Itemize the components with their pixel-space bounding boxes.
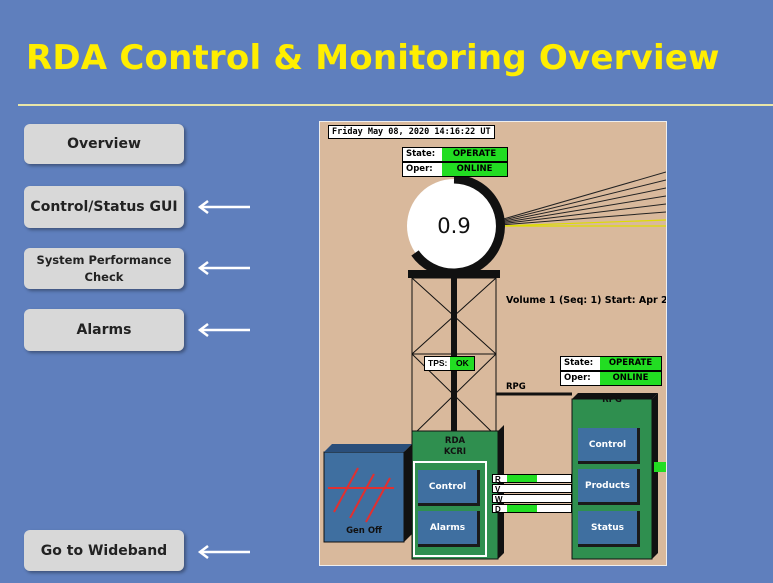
slide-title: RDA Control & Monitoring Overview: [26, 38, 720, 78]
rda-hci-screenshot: Friday May 08, 2020 14:16:22 UT State: O…: [319, 121, 667, 566]
tps-label: TPS:: [428, 358, 448, 368]
rda-state-label: State:: [403, 148, 442, 161]
overview-button[interactable]: Overview: [24, 124, 184, 164]
moment-v-label: V: [495, 485, 501, 494]
rpg-oper-label: Oper:: [561, 372, 600, 385]
elevation-angle: 0.9: [437, 214, 471, 238]
rda-oper-label: Oper:: [403, 163, 442, 176]
rda-title: RDA: [444, 436, 466, 446]
system-performance-check-button[interactable]: System Performance Check: [24, 248, 184, 289]
rpg-status-button[interactable]: Status: [578, 511, 640, 547]
moment-r-label: R: [495, 475, 501, 484]
tps-status: TPS: OK: [424, 356, 476, 371]
arrow-left-icon: [197, 323, 250, 337]
rpg-state-value: OPERATE: [600, 357, 661, 370]
moment-v-bar: V: [492, 484, 572, 494]
rpg-state-row: State: OPERATE: [560, 356, 662, 371]
rda-alarms-button[interactable]: Alarms: [418, 511, 480, 547]
control-status-gui-button[interactable]: Control/Status GUI: [24, 186, 184, 228]
moment-w-label: W: [495, 495, 503, 504]
rpg-control-button[interactable]: Control: [578, 428, 640, 464]
title-divider: [18, 104, 773, 106]
go-to-wideband-button[interactable]: Go to Wideband: [24, 530, 184, 571]
rda-state-row: State: OPERATE: [402, 147, 508, 162]
moment-d-label: D: [495, 505, 501, 514]
rpg-state-label: State:: [561, 357, 600, 370]
moment-r-bar: R: [492, 474, 572, 484]
rda-state-value: OPERATE: [442, 148, 507, 161]
generator-label: Gen Off: [346, 526, 382, 536]
rpg-products-button[interactable]: Products: [578, 469, 640, 505]
volume-status: Volume 1 (Seq: 1) Start: Apr 21,20: [506, 295, 667, 306]
moment-w-bar: W: [492, 494, 572, 504]
slide: RDA Control & Monitoring Overview Overvi…: [0, 0, 773, 583]
rpg-oper-value: ONLINE: [600, 372, 661, 385]
rpg-link-label: RPG: [506, 382, 526, 392]
arrow-left-icon: [197, 261, 250, 275]
date-time-display: Friday May 08, 2020 14:16:22 UT: [328, 125, 495, 139]
rda-site: KCRI: [443, 447, 467, 457]
alarms-button[interactable]: Alarms: [24, 309, 184, 351]
moment-d-bar: D: [492, 504, 572, 514]
tps-value: OK: [450, 357, 475, 370]
arrow-left-icon: [197, 545, 250, 559]
rpg-oper-row: Oper: ONLINE: [560, 371, 662, 386]
arrow-left-icon: [197, 200, 250, 214]
rda-control-button[interactable]: Control: [418, 470, 480, 506]
rda-oper-row: Oper: ONLINE: [402, 162, 508, 177]
radar-beam-icon: [499, 171, 666, 227]
rpg-title: RPG: [602, 395, 622, 405]
rda-oper-value: ONLINE: [442, 163, 507, 176]
